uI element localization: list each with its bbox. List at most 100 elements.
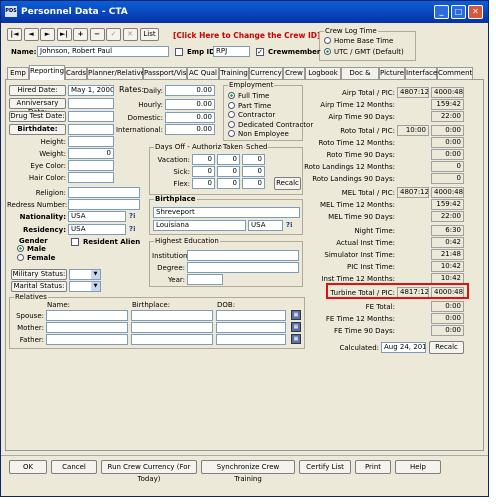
height-field[interactable] [68, 136, 114, 147]
relative-name-field[interactable] [46, 334, 128, 345]
crewmember-checkbox[interactable]: ✓ [256, 48, 264, 56]
birthplace-help-icon[interactable]: ?⁝ [286, 220, 298, 231]
redress-number-field[interactable] [68, 199, 140, 210]
rate-hourly-field[interactable]: 0.00 [165, 99, 215, 110]
tab-interface[interactable]: Interface [405, 67, 437, 79]
weight-field[interactable]: 0 [68, 148, 114, 159]
anniversary-date-field[interactable] [68, 98, 114, 109]
military-status-button[interactable]: Military Status: [11, 269, 67, 280]
calculated-recalc-button[interactable]: Recalc [429, 341, 464, 354]
tab-planner-relatives[interactable]: Planner/Relatives [87, 67, 149, 79]
emp-checkbox[interactable] [175, 48, 183, 56]
tab-emp[interactable]: Emp [7, 67, 29, 79]
tab-logbook[interactable]: Logbook [305, 67, 341, 79]
calendar-icon[interactable]: ▦ [291, 322, 301, 332]
days-off-value-field[interactable]: 0 [192, 178, 215, 189]
add-record-button[interactable]: + [73, 28, 88, 41]
hired-date-button[interactable]: Hired Date: [9, 85, 66, 96]
eye-color-field[interactable] [68, 160, 114, 171]
residency-field[interactable]: USA [68, 224, 126, 235]
footer-print-button[interactable]: Print [355, 460, 391, 474]
home-base-radio[interactable]: Home Base Time [324, 37, 393, 45]
nationality-help-icon[interactable]: ?⁝ [129, 211, 141, 222]
days-off-value-field[interactable]: 0 [192, 166, 215, 177]
days-off-value-field[interactable]: 0 [192, 154, 215, 165]
tab-training[interactable]: Training [219, 67, 249, 79]
male-radio[interactable]: Male [17, 245, 46, 253]
next-record-button[interactable]: ► [40, 28, 55, 41]
calendar-icon[interactable]: ▦ [291, 334, 301, 344]
drug-test-date-button[interactable]: Drug Test Date: [9, 111, 66, 122]
days-off-value-field[interactable]: 0 [242, 178, 265, 189]
birthplace-city-field[interactable]: Shreveport [153, 207, 300, 218]
save-record-button[interactable]: ✓ [106, 28, 121, 41]
rate-daily-field[interactable]: 0.00 [165, 85, 215, 96]
employment-option[interactable]: Full Time [228, 92, 269, 100]
emp-id-field[interactable]: RPJ [213, 46, 250, 57]
relative-dob-field[interactable] [216, 310, 286, 321]
days-off-value-field[interactable]: 0 [242, 154, 265, 165]
relative-dob-field[interactable] [216, 322, 286, 333]
tab-doc-exp[interactable]: Doc & Exp [341, 67, 379, 88]
nationality-field[interactable]: USA [68, 211, 126, 222]
female-radio[interactable]: Female [17, 254, 55, 262]
days-off-value-field[interactable]: 0 [242, 166, 265, 177]
footer-cancel-button[interactable]: Cancel [51, 460, 97, 474]
relative-birthplace-field[interactable] [131, 322, 213, 333]
footer-certify-list-button[interactable]: Certify List [299, 460, 351, 474]
marital-status-dropdown[interactable]: ▼ [69, 281, 101, 292]
footer-help-button[interactable]: Help [395, 460, 441, 474]
birthplace-state-field[interactable]: Louisiana [153, 220, 246, 231]
days-off-recalc-button[interactable]: Recalc [274, 177, 301, 190]
relative-name-field[interactable] [46, 310, 128, 321]
close-icon[interactable]: ✕ [468, 5, 483, 19]
drug-test-date-field[interactable] [68, 111, 114, 122]
hair-color-field[interactable] [68, 172, 114, 183]
rate-domestic-field[interactable]: 0.00 [165, 112, 215, 123]
resident-alien-checkbox[interactable] [71, 238, 79, 246]
birthplace-country-field[interactable]: USA [248, 220, 283, 231]
delete-record-button[interactable]: − [89, 28, 105, 41]
tab-crew[interactable]: Crew [283, 67, 305, 79]
relative-birthplace-field[interactable] [131, 334, 213, 345]
institution-field[interactable] [187, 250, 299, 261]
tab-passport-visa[interactable]: Passport/Visa [143, 67, 191, 79]
maximize-icon[interactable]: □ [451, 5, 466, 19]
minimize-icon[interactable]: _ [434, 5, 449, 19]
prev-record-button[interactable]: ◄ [23, 28, 39, 41]
name-field[interactable]: Johnson, Robert Paul [37, 46, 169, 57]
military-status-dropdown[interactable]: ▼ [69, 269, 101, 280]
utc-radio[interactable]: UTC / GMT (Default) [324, 48, 404, 56]
first-record-button[interactable]: |◄ [7, 28, 22, 41]
change-crew-id-link[interactable]: [Click Here to Change the Crew ID] [173, 31, 320, 40]
list-button[interactable]: List [140, 28, 159, 41]
relative-name-field[interactable] [46, 322, 128, 333]
residency-help-icon[interactable]: ?⁝ [129, 224, 141, 235]
footer-synchronize-crew-training-button[interactable]: Synchronize Crew Training [201, 460, 295, 483]
tab-currency[interactable]: Currency [249, 67, 283, 79]
days-off-value-field[interactable]: 0 [217, 166, 240, 177]
rate-international-field[interactable]: 0.00 [165, 124, 215, 135]
footer-run-crew-currency-for-today-button[interactable]: Run Crew Currency (For Today) [101, 460, 197, 483]
religion-field[interactable] [68, 187, 140, 198]
employment-option[interactable]: Part Time [228, 101, 271, 110]
birthdate-field[interactable] [68, 124, 114, 135]
degree-field[interactable] [187, 262, 299, 273]
tab-ac-qual[interactable]: AC Qual [187, 67, 219, 79]
marital-status-button[interactable]: Marital Status: [11, 281, 67, 292]
year-field[interactable] [187, 274, 223, 285]
hired-date-field[interactable]: May 1, 2000 [68, 85, 114, 96]
birthdate-button[interactable]: Birthdate: [9, 124, 66, 135]
employment-option[interactable]: Non Employee [228, 130, 289, 138]
tab-picture[interactable]: Picture [379, 67, 405, 79]
tab-comment[interactable]: Comment [437, 67, 473, 79]
employment-option[interactable]: Contractor [228, 111, 275, 119]
relative-dob-field[interactable] [216, 334, 286, 345]
tab-reporting[interactable]: Reporting [29, 65, 65, 80]
tab-cards[interactable]: Cards [65, 67, 87, 79]
footer-ok-button[interactable]: OK [9, 460, 47, 474]
anniversary-date-button[interactable]: Anniversary Date: [9, 98, 66, 116]
days-off-value-field[interactable]: 0 [217, 178, 240, 189]
days-off-value-field[interactable]: 0 [217, 154, 240, 165]
cancel-edit-button[interactable]: ✕ [122, 28, 138, 41]
